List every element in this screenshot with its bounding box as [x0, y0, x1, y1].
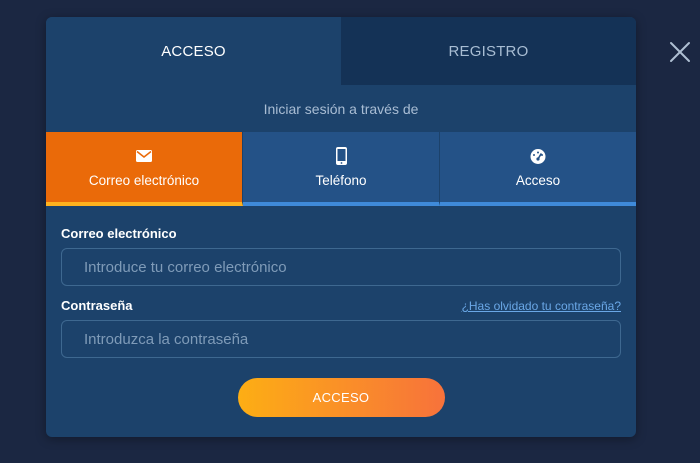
method-email-tab[interactable]: Correo electrónico — [46, 132, 243, 206]
gauge-icon — [529, 147, 547, 165]
header-tabs: ACCESO REGISTRO — [46, 17, 636, 85]
method-email-label: Correo electrónico — [88, 172, 200, 188]
password-field[interactable] — [82, 329, 620, 349]
method-phone-tab[interactable]: Teléfono — [243, 132, 440, 206]
password-field-wrapper — [61, 320, 621, 358]
tab-acceso[interactable]: ACCESO — [46, 17, 341, 85]
email-field[interactable] — [82, 257, 620, 277]
method-access-tab[interactable]: Acceso — [440, 132, 636, 206]
email-field-label: Correo electrónico — [61, 226, 177, 241]
method-phone-label: Teléfono — [315, 172, 367, 188]
method-access-label: Acceso — [515, 172, 561, 188]
login-form: Correo electrónico Contraseña ¿Has olvid… — [46, 206, 636, 417]
login-methods: Correo electrónico Teléfono Acceso — [46, 132, 636, 206]
password-label-row: Contraseña ¿Has olvidado tu contraseña? — [61, 298, 621, 313]
tab-registro[interactable]: REGISTRO — [341, 17, 636, 85]
forgot-password-link[interactable]: ¿Has olvidado tu contraseña? — [462, 299, 621, 313]
phone-icon — [335, 146, 347, 165]
password-field-label: Contraseña — [61, 298, 133, 313]
login-submit-button[interactable]: ACCESO — [237, 378, 445, 417]
email-field-wrapper — [61, 248, 621, 286]
login-subtitle: Iniciar sesión a través de — [263, 100, 419, 117]
login-modal: ACCESO REGISTRO Iniciar sesión a través … — [46, 17, 636, 437]
close-icon[interactable] — [668, 40, 692, 64]
envelope-icon — [136, 147, 152, 165]
